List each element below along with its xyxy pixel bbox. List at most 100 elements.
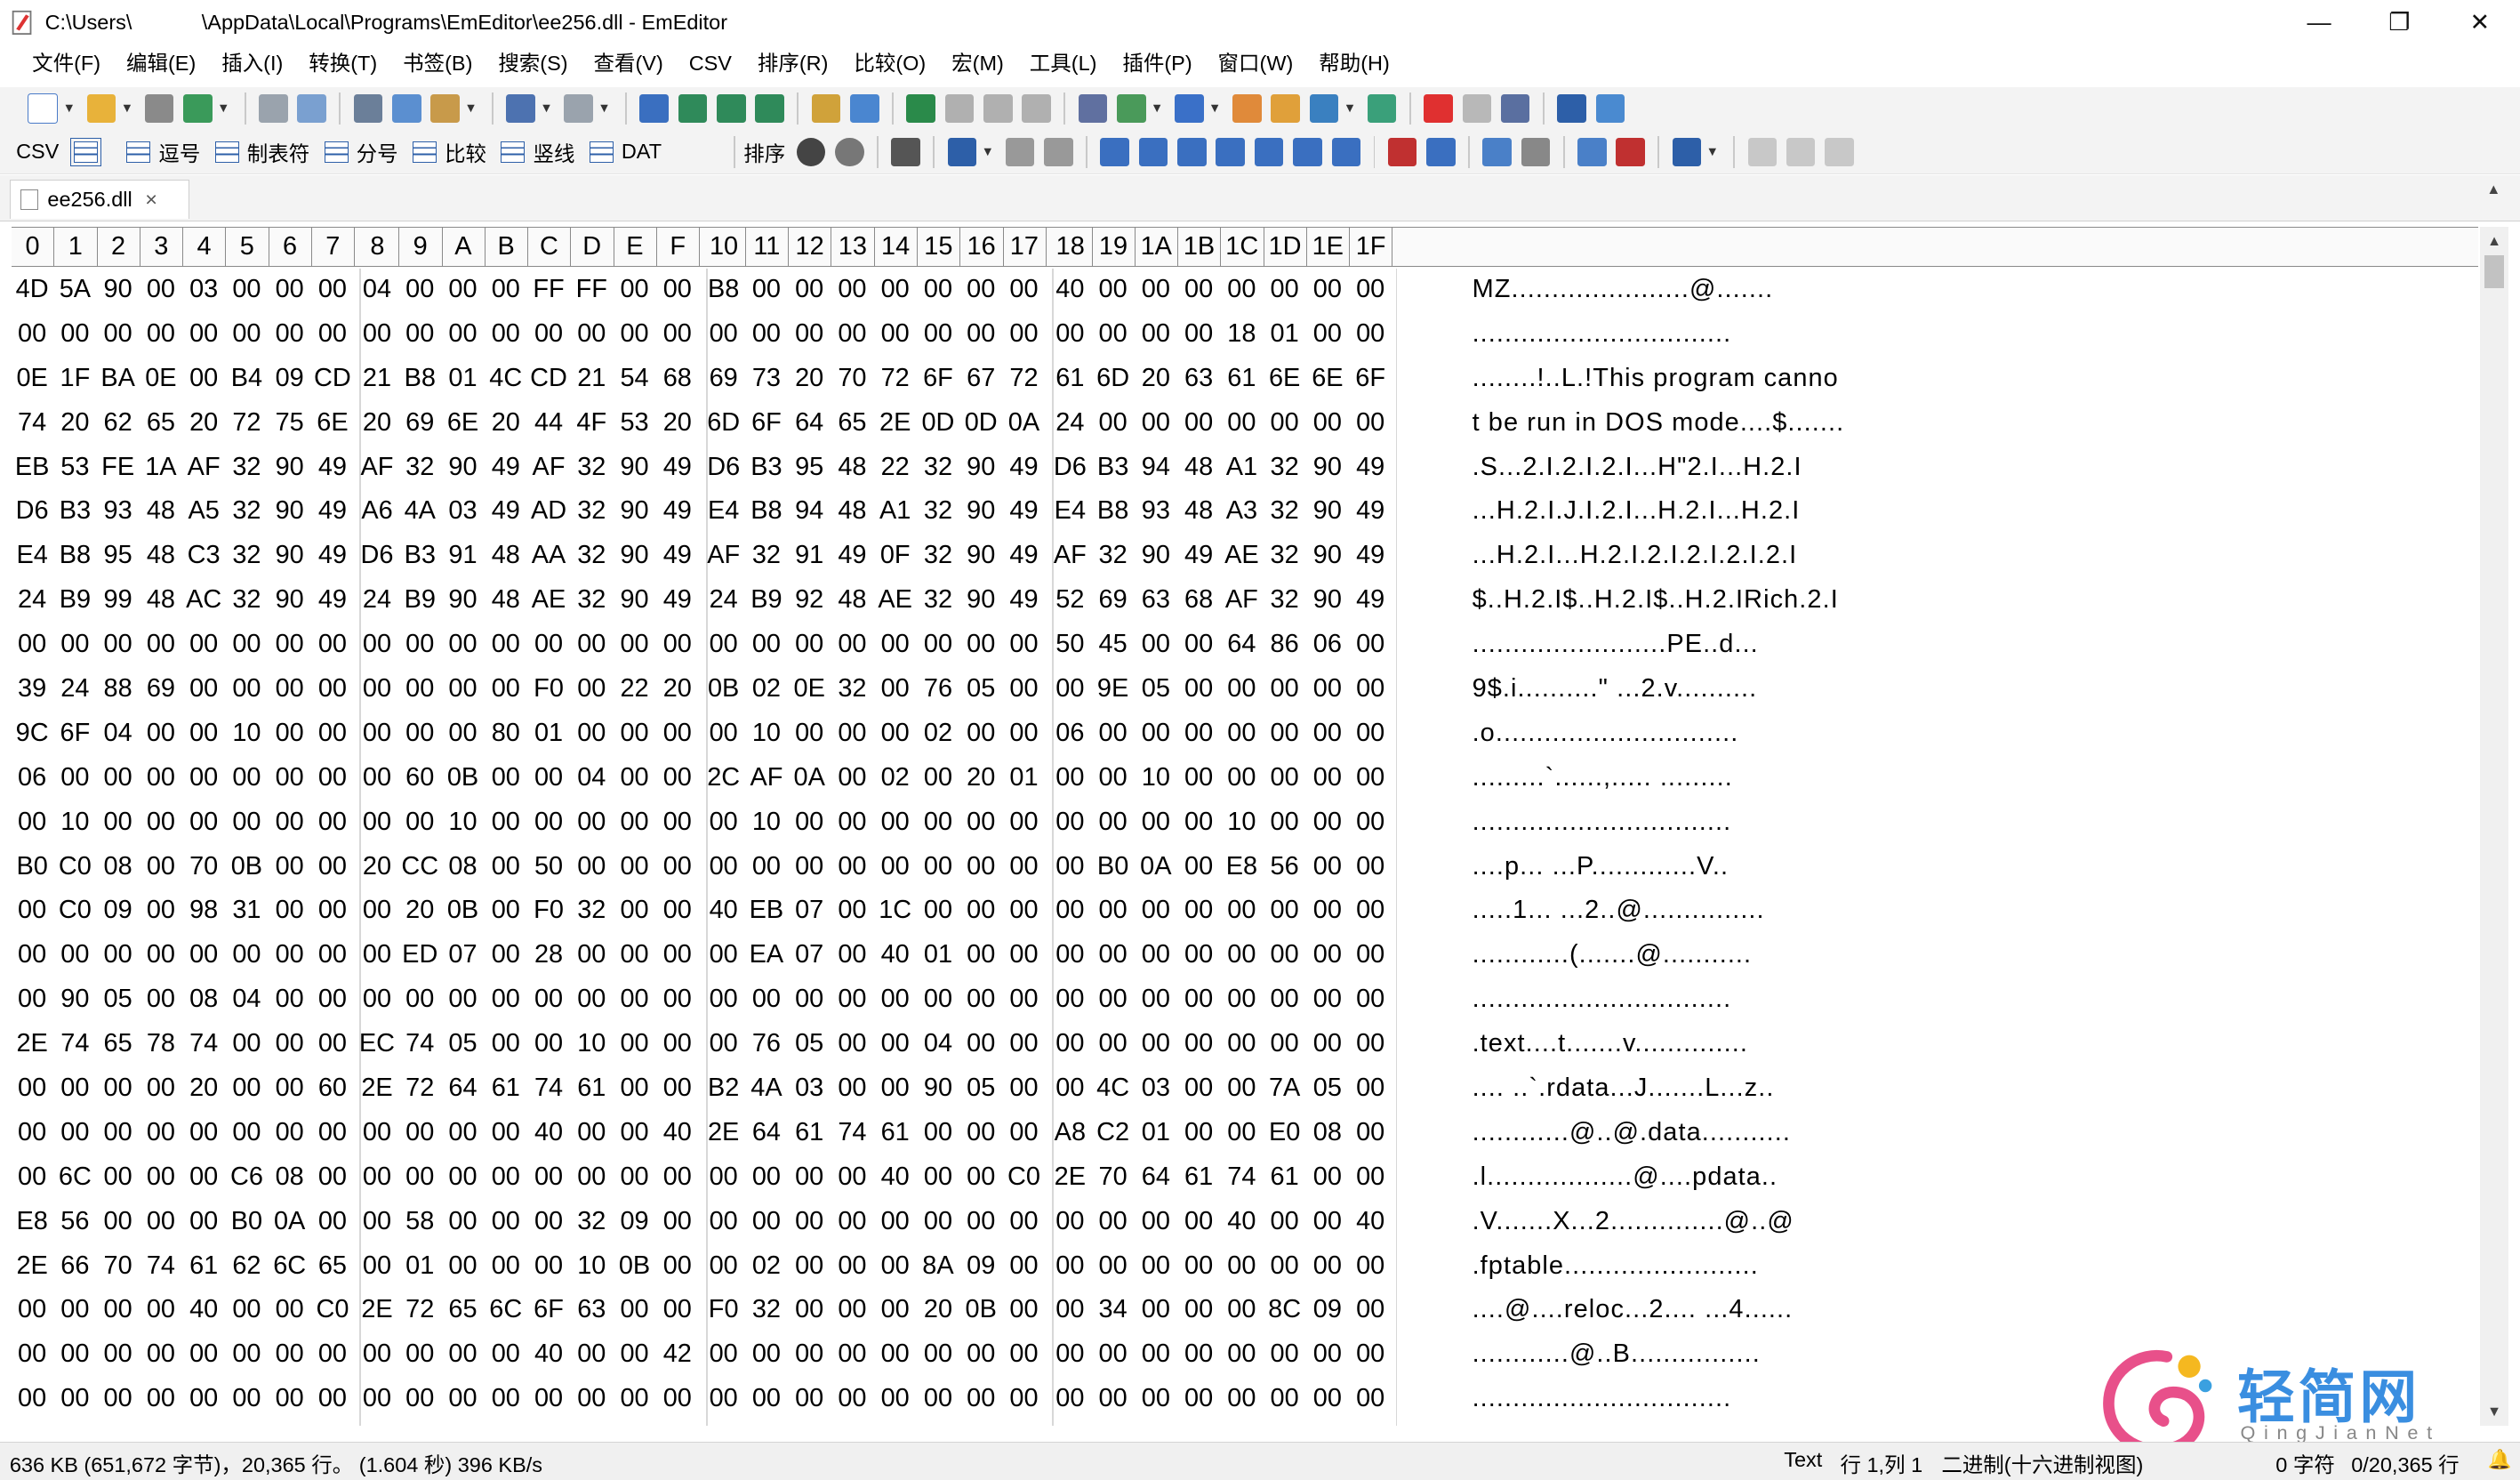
hex-byte[interactable]: 6C	[54, 1162, 96, 1192]
hex-byte[interactable]: 00	[1092, 1207, 1134, 1236]
run-macro-icon[interactable]	[1462, 93, 1492, 124]
hex-byte[interactable]: 00	[311, 1162, 353, 1192]
hex-byte[interactable]: 00	[528, 1207, 570, 1236]
hex-byte[interactable]: EC	[357, 1029, 398, 1058]
ascii-text[interactable]: ....@....reloc...2.... ...4......	[1473, 1295, 1794, 1324]
hex-byte[interactable]: 20	[917, 1295, 959, 1324]
hex-byte[interactable]: 00	[1306, 896, 1348, 925]
hex-byte[interactable]: 32	[1264, 496, 1305, 526]
hex-byte[interactable]: 00	[1135, 275, 1176, 304]
column-list-icon[interactable]	[1044, 137, 1073, 167]
hex-byte[interactable]: 00	[485, 808, 526, 837]
hex-byte[interactable]: 00	[960, 1384, 1002, 1413]
hex-byte[interactable]: 00	[1049, 763, 1091, 792]
hex-byte[interactable]: 00	[1003, 275, 1045, 304]
hex-byte[interactable]: 00	[1049, 940, 1091, 969]
hex-row[interactable]: 2E 74 65 78 74 00 00 00 EC 74 05 00 00 10 00 00 00 76 05 00…	[12, 1023, 2478, 1067]
hex-byte[interactable]: B8	[54, 541, 96, 570]
hex-byte[interactable]: 00	[140, 1339, 181, 1369]
hex-byte[interactable]: 00	[1350, 1074, 1392, 1103]
hex-byte[interactable]: 00	[831, 1029, 873, 1058]
hex-byte[interactable]: 32	[1264, 453, 1305, 482]
hex-byte[interactable]: 00	[1221, 719, 1263, 748]
hex-byte[interactable]: 00	[1135, 719, 1176, 748]
hex-row[interactable]: E4 B8 95 48 C3 32 90 49 D6 B3 91 48 AA 32 90 49 AF 32 91 49…	[12, 535, 2478, 579]
hex-byte[interactable]: 00	[1178, 985, 1220, 1014]
hex-byte[interactable]: 00	[745, 1339, 787, 1369]
hex-byte[interactable]: 00	[1135, 985, 1176, 1014]
hex-byte[interactable]: 32	[1092, 541, 1134, 570]
hex-byte[interactable]: 00	[789, 1207, 831, 1236]
sort-ascending-icon[interactable]	[1100, 137, 1129, 167]
hex-byte[interactable]: 00	[1135, 896, 1176, 925]
hex-byte[interactable]: 00	[917, 630, 959, 659]
hex-byte[interactable]: 6E	[1306, 364, 1348, 393]
hex-row[interactable]: 74 20 62 65 20 72 75 6E 20 69 6E 20 44 4F 53 20 6D 6F 64 65…	[12, 401, 2478, 446]
hex-byte[interactable]: 00	[1306, 808, 1348, 837]
hex-byte[interactable]: 00	[528, 1251, 570, 1281]
hex-byte[interactable]: 00	[485, 1118, 526, 1147]
hex-byte[interactable]: 00	[357, 1384, 398, 1413]
hex-byte[interactable]: 74	[831, 1118, 873, 1147]
ascii-text[interactable]: ................................	[1473, 319, 1732, 349]
hex-byte[interactable]: 01	[917, 940, 959, 969]
hex-byte[interactable]: 49	[1003, 453, 1045, 482]
hex-byte[interactable]: 00	[789, 1384, 831, 1413]
hex-byte[interactable]: 00	[874, 1029, 916, 1058]
hex-byte[interactable]: 00	[226, 275, 268, 304]
hex-byte[interactable]: 00	[1003, 674, 1045, 704]
hex-byte[interactable]: 00	[1264, 1029, 1305, 1058]
hex-byte[interactable]: 00	[917, 319, 959, 349]
hex-byte[interactable]: 49	[831, 541, 873, 570]
menu-macro[interactable]: 宏(M)	[939, 46, 1017, 82]
hex-byte[interactable]: 20	[357, 408, 398, 438]
hex-byte[interactable]: 00	[399, 674, 441, 704]
pipe-button[interactable]: 竖线	[501, 137, 574, 167]
hex-byte[interactable]: 40	[528, 1339, 570, 1369]
hex-byte[interactable]: 48	[831, 453, 873, 482]
print-preview-icon[interactable]	[297, 93, 326, 124]
hex-byte[interactable]: 64	[1221, 630, 1263, 659]
hex-byte[interactable]: 61	[789, 1118, 831, 1147]
hex-row[interactable]: 00 00 00 00 00 00 00 00 00 00 00 00 40 00 00 40 2E 64 61 74…	[12, 1112, 2478, 1156]
sort-descending-icon[interactable]	[1138, 137, 1168, 167]
hex-byte[interactable]: 00	[1350, 408, 1392, 438]
hex-byte[interactable]: 00	[399, 985, 441, 1014]
hex-byte[interactable]: E4	[1049, 496, 1091, 526]
hex-byte[interactable]: 0D	[960, 408, 1002, 438]
hex-byte[interactable]: 00	[656, 1074, 698, 1103]
hex-byte[interactable]: 00	[311, 630, 353, 659]
hex-byte[interactable]: 98	[183, 896, 225, 925]
hex-byte[interactable]: 21	[357, 364, 398, 393]
hex-byte[interactable]: 70	[97, 1251, 139, 1281]
hex-byte[interactable]: 00	[442, 719, 484, 748]
hex-byte[interactable]: 00	[485, 985, 526, 1014]
hex-byte[interactable]: 49	[1003, 585, 1045, 615]
hex-byte[interactable]: 00	[357, 1162, 398, 1192]
hex-byte[interactable]: 00	[917, 1162, 959, 1192]
ascii-text[interactable]: .........`......,..... .........	[1473, 763, 1733, 792]
hex-byte[interactable]: 00	[226, 1339, 268, 1369]
hex-byte[interactable]: 00	[571, 1118, 613, 1147]
hex-byte[interactable]: 20	[183, 1074, 225, 1103]
hex-byte[interactable]: F0	[528, 674, 570, 704]
hex-byte[interactable]: A6	[357, 496, 398, 526]
hex-byte[interactable]: 00	[269, 1295, 310, 1324]
hex-byte[interactable]: 00	[54, 1074, 96, 1103]
hex-byte[interactable]: 00	[226, 808, 268, 837]
hex-byte[interactable]: 00	[656, 1251, 698, 1281]
hex-byte[interactable]: 00	[1003, 1074, 1045, 1103]
hex-byte[interactable]: 49	[1350, 541, 1392, 570]
hex-byte[interactable]: A1	[874, 496, 916, 526]
hex-byte[interactable]: 00	[140, 319, 181, 349]
hex-byte[interactable]: 00	[357, 763, 398, 792]
hex-byte[interactable]: 05	[1306, 1074, 1348, 1103]
hex-byte[interactable]: 72	[226, 408, 268, 438]
hex-byte[interactable]: 6F	[54, 719, 96, 748]
hex-byte[interactable]: 70	[1092, 1162, 1134, 1192]
hex-byte[interactable]: 00	[571, 1162, 613, 1192]
hex-byte[interactable]: 93	[1135, 496, 1176, 526]
hex-byte[interactable]: 00	[614, 1118, 655, 1147]
hex-byte[interactable]: 07	[789, 896, 831, 925]
hex-byte[interactable]: 00	[1003, 1295, 1045, 1324]
